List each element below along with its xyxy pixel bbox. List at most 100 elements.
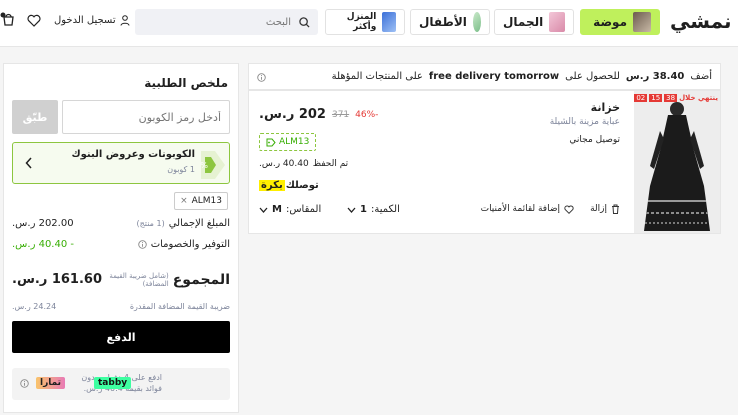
timer-hours: 38: [664, 94, 678, 102]
vat-value: 24.24 ر.س.: [12, 302, 57, 311]
tag-icon: [266, 138, 276, 146]
total-row: المجموع (شامل ضريبة القيمة المضافة) 161.…: [12, 272, 230, 289]
size-value: M: [272, 204, 282, 215]
fashion-thumbnail: [633, 12, 651, 32]
order-summary-panel: ملخص الطلبية طبّق % الكوبونات وعروض البن…: [3, 63, 239, 413]
timer-seconds: 02: [634, 94, 648, 102]
nav-category-beauty[interactable]: الجمال: [494, 9, 574, 35]
discount-tag-icon: %: [200, 151, 225, 179]
total-label: المجموع: [172, 272, 230, 289]
price-block: -46% 371 202 ر.س.: [259, 107, 378, 122]
nav-category-label: المنزل وأكثر: [346, 12, 377, 32]
free-delivery-banner: أضف 38.40 ر.س للحصول على free delivery t…: [248, 63, 721, 90]
offers-count: 1 كوبون: [167, 165, 195, 174]
savings-value: - 40.40 ر.س.: [12, 239, 75, 250]
banner-suffix: على المنتجات المؤهلة: [331, 71, 423, 82]
current-price: 202 ر.س.: [259, 107, 326, 122]
banner-amount: 38.40 ر.س: [625, 71, 685, 82]
heart-icon: [564, 204, 574, 214]
abaya-image: [634, 91, 720, 233]
info-icon[interactable]: [20, 379, 29, 388]
delivery-promise: توصلك بكرة: [259, 180, 319, 191]
subtotal-label: المبلغ الإجمالي: [168, 218, 230, 229]
info-icon[interactable]: [137, 240, 147, 249]
discount-percent: -46%: [355, 109, 379, 120]
remove-coupon-icon[interactable]: ×: [180, 196, 188, 206]
info-icon[interactable]: [257, 73, 266, 82]
apply-coupon-button[interactable]: طبّق: [12, 100, 58, 134]
coupon-form: طبّق: [12, 100, 230, 134]
nav-category-label: الجمال: [503, 15, 544, 29]
chevron-down-icon: [347, 207, 356, 213]
banner-middle: للحصول على: [565, 71, 620, 82]
timer-minutes: 15: [649, 94, 663, 102]
chevron-left-icon: [25, 157, 32, 169]
savings-label: التوفير والخصومات: [150, 239, 230, 250]
quantity-label: الكمية:: [370, 204, 400, 215]
product-name[interactable]: عباية مزينة بالشيلة: [550, 117, 620, 127]
coupon-input[interactable]: [62, 100, 230, 134]
saved-amount-row: تم الحفظ 40.40 ر.س.: [259, 159, 348, 169]
checkout-button[interactable]: الدفع: [12, 321, 230, 353]
applied-coupon-code: ALM13: [191, 196, 222, 206]
vat-label: ضريبة القيمة المضافة المقدرة: [129, 302, 230, 311]
subtotal-value: 202.00 ر.س.: [12, 218, 74, 229]
nav-category-label: موضة: [593, 15, 627, 29]
savings-row: التوفير والخصومات - 40.40 ر.س.: [12, 239, 230, 250]
nav-category-home[interactable]: المنزل وأكثر: [325, 9, 405, 35]
nav-category-kids[interactable]: الأطفال: [410, 9, 490, 35]
login-link[interactable]: تسجيل الدخول: [54, 15, 130, 26]
item-coupon-tag: ALM13: [259, 133, 317, 151]
search-icon: [299, 16, 310, 28]
tamara-logo: تمارا: [36, 377, 66, 389]
svg-text:%: %: [200, 161, 208, 170]
site-logo[interactable]: نمشي: [670, 9, 733, 33]
delivery-prefix: توصلك: [285, 180, 319, 191]
trash-icon: [612, 204, 619, 214]
search-bar[interactable]: [135, 9, 318, 35]
product-brand[interactable]: خزانة: [591, 101, 620, 114]
user-icon: [120, 15, 130, 26]
remove-item-button[interactable]: إزالة: [590, 204, 620, 214]
banner-prefix: أضف: [690, 71, 712, 82]
login-label: تسجيل الدخول: [54, 15, 116, 26]
total-vat-note: (شامل ضريبة القيمة المضافة): [109, 272, 169, 289]
cart-icon[interactable]: [0, 12, 16, 28]
size-selector[interactable]: المقاس: M: [259, 204, 321, 215]
offers-title: الكوبونات وعروض البنوك: [71, 149, 195, 160]
kids-thumbnail: [472, 12, 481, 32]
nav-category-label: الأطفال: [419, 15, 467, 29]
chevron-down-icon: [259, 207, 268, 213]
banner-bold: free delivery tomorrow: [428, 71, 560, 82]
installments-banner: ادفع على 4 دفعات بدون فوائد بقيمة 40.4 ر…: [12, 368, 230, 400]
heart-icon[interactable]: [27, 14, 41, 27]
subtotal-row: المبلغ الإجمالي (1 منتج) 202.00 ر.س.: [12, 218, 230, 229]
home-thumbnail: [382, 12, 396, 32]
quantity-selector[interactable]: الكمية: 1: [347, 204, 400, 215]
remove-label: إزالة: [590, 204, 607, 214]
old-price: 371: [331, 109, 350, 120]
item-coupon-code: ALM13: [279, 137, 310, 147]
total-value: 161.60 ر.س.: [12, 272, 102, 287]
size-label: المقاس:: [285, 204, 322, 215]
free-shipping-label: توصيل مجاني: [569, 135, 620, 145]
subtotal-qty: (1 منتج): [136, 219, 165, 228]
beauty-thumbnail: [549, 12, 565, 32]
order-summary-title: ملخص الطلبية: [144, 76, 228, 90]
applied-coupon-chip[interactable]: ALM13 ×: [174, 192, 228, 210]
search-input[interactable]: [149, 15, 293, 29]
cart-item-card: ينتهي خلال 38 15 02 خزانة عباية مزينة با…: [248, 90, 721, 234]
saved-label: تم الحفظ: [312, 159, 349, 169]
vat-row: ضريبة القيمة المضافة المقدرة 24.24 ر.س.: [12, 302, 230, 311]
wishlist-label: إضافة لقائمة الأمنيات: [480, 204, 560, 214]
delivery-highlight: بكرة: [259, 180, 285, 191]
coupons-offers-card[interactable]: % الكوبونات وعروض البنوك 1 كوبون: [12, 142, 230, 184]
nav-category-fashion[interactable]: موضة: [580, 9, 660, 35]
product-image[interactable]: ينتهي خلال 38 15 02: [634, 91, 720, 233]
saved-value: 40.40 ر.س.: [259, 159, 309, 169]
quantity-value: 1: [360, 204, 367, 215]
tabby-logo: tabby: [94, 377, 132, 389]
countdown-timer: ينتهي خلال 38 15 02: [634, 94, 718, 102]
add-to-wishlist-button[interactable]: إضافة لقائمة الأمنيات: [481, 204, 574, 214]
timer-label: ينتهي خلال: [679, 94, 718, 102]
